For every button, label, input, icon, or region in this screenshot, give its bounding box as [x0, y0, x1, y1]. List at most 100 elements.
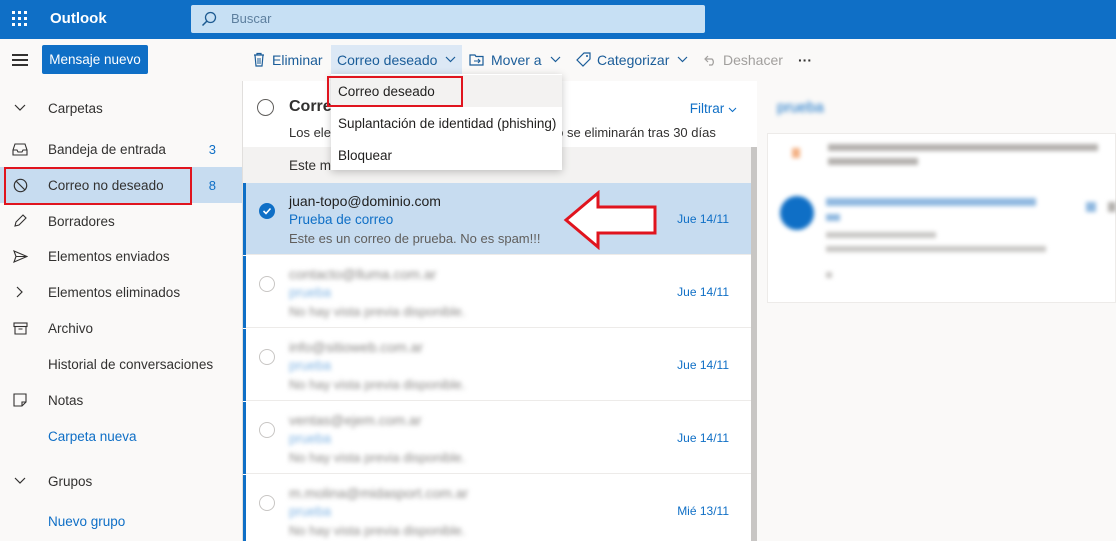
- message-sender: m.molina@midasport.com.ar: [289, 485, 469, 501]
- junk-button[interactable]: Correo deseado: [331, 45, 463, 74]
- unread-bar: [243, 402, 246, 474]
- move-to-button[interactable]: Mover a: [469, 45, 561, 74]
- new-folder-label: Carpeta nueva: [48, 428, 137, 444]
- message-sender: contacto@lluma.com.ar: [289, 266, 437, 282]
- new-folder-link[interactable]: Carpeta nueva: [0, 418, 242, 454]
- groups-header-label: Grupos: [48, 473, 93, 489]
- delete-button[interactable]: Eliminar: [252, 45, 323, 74]
- sidebar-item-conversation-history[interactable]: Historial de conversaciones: [0, 346, 242, 382]
- folders-header-label: Carpetas: [48, 100, 103, 116]
- message-date: Jue 14/11: [677, 431, 729, 445]
- menu-item-phishing[interactable]: Suplantación de identidad (phishing): [331, 107, 562, 139]
- trash-icon: [252, 52, 266, 67]
- filter-button[interactable]: Filtrar: [690, 101, 737, 116]
- redacted-text: [826, 214, 840, 221]
- search-placeholder: Buscar: [231, 11, 272, 26]
- search-icon: [201, 11, 217, 27]
- pencil-icon: [12, 213, 28, 229]
- chevron-down-icon: [728, 101, 737, 116]
- chevron-down-icon: [445, 56, 456, 63]
- message-subject: prueba: [289, 504, 332, 519]
- sidebar-item-label: Borradores: [48, 213, 115, 229]
- more-actions-button[interactable]: ···: [798, 45, 812, 74]
- message-date: Jue 14/11: [677, 285, 729, 299]
- message-checkbox[interactable]: [259, 276, 275, 292]
- date-group-label: Este m: [289, 158, 332, 173]
- chevron-down-icon: [12, 473, 28, 489]
- notice-text-left: Los ele: [289, 125, 331, 140]
- categorize-button[interactable]: Categorizar: [576, 45, 688, 74]
- highlight-box: [327, 76, 463, 107]
- message-sender: info@sitioweb.com.ar: [289, 339, 424, 355]
- reading-pane: prueba: [757, 81, 1116, 541]
- message-checkbox[interactable]: [259, 495, 275, 511]
- reading-message-card: [767, 133, 1116, 303]
- message-subject: prueba: [289, 358, 332, 373]
- app-launcher-icon[interactable]: [12, 11, 28, 27]
- reply-icon: [1086, 202, 1096, 212]
- message-date: Jue 14/11: [677, 212, 729, 226]
- message-preview: No hay vista previa disponible.: [289, 523, 466, 538]
- redacted-text: [826, 198, 1036, 206]
- list-item[interactable]: m.molina@midasport.com.ar prueba No hay …: [243, 475, 751, 541]
- tag-icon: [576, 52, 591, 67]
- archive-icon: [12, 320, 28, 336]
- message-checkbox[interactable]: [259, 422, 275, 438]
- move-to-label: Mover a: [491, 51, 542, 68]
- select-all-checkbox[interactable]: [257, 99, 274, 116]
- new-group-link[interactable]: Nuevo grupo: [0, 503, 242, 539]
- undo-label: Deshacer: [723, 51, 783, 68]
- message-preview: Este es un correo de prueba. No es spam!…: [289, 231, 541, 246]
- groups-header[interactable]: Grupos: [0, 463, 242, 499]
- undo-button[interactable]: Deshacer: [702, 45, 783, 74]
- message-sender: juan-topo@dominio.com: [289, 193, 441, 209]
- pointer-arrow-icon: [563, 190, 657, 250]
- sidebar-item-deleted[interactable]: Elementos eliminados: [0, 274, 242, 310]
- sidebar-item-label: Archivo: [48, 320, 94, 336]
- redacted-text: [826, 246, 1046, 252]
- sidebar-item-drafts[interactable]: Borradores: [0, 203, 242, 239]
- menu-item-block[interactable]: Bloquear: [331, 139, 562, 171]
- unread-bar: [243, 256, 246, 328]
- folders-header[interactable]: Carpetas: [0, 90, 242, 126]
- selection-bar: [243, 183, 246, 255]
- redacted-text: [826, 232, 936, 238]
- list-item[interactable]: ventas@ejem.com.ar prueba No hay vista p…: [243, 402, 751, 474]
- reading-subject: prueba: [777, 99, 824, 116]
- note-icon: [12, 392, 28, 408]
- message-date: Jue 14/11: [677, 358, 729, 372]
- message-sender: ventas@ejem.com.ar: [289, 412, 422, 428]
- message-checkbox[interactable]: [259, 203, 275, 219]
- junk-label: Correo deseado: [337, 51, 438, 68]
- sidebar-item-sent[interactable]: Elementos enviados: [0, 238, 242, 274]
- search-box[interactable]: Buscar: [191, 5, 705, 33]
- app-name[interactable]: Outlook: [50, 10, 107, 27]
- unread-bar: [243, 475, 246, 541]
- message-checkbox[interactable]: [259, 349, 275, 365]
- filter-label: Filtrar: [689, 101, 725, 116]
- chevron-down-icon: [550, 56, 561, 63]
- undo-icon: [702, 53, 717, 66]
- delete-label: Eliminar: [272, 51, 323, 68]
- sidebar-item-inbox[interactable]: Bandeja de entrada 3: [0, 131, 242, 167]
- unread-count: 3: [208, 141, 216, 157]
- highlight-box: [4, 167, 192, 205]
- list-item[interactable]: juan-topo@dominio.com Prueba de correo E…: [243, 183, 751, 255]
- message-preview: No hay vista previa disponible.: [289, 304, 466, 319]
- inbox-icon: [12, 141, 28, 157]
- message-date: Mié 13/11: [677, 504, 729, 518]
- redacted-text: [826, 272, 832, 278]
- sidebar-item-archive[interactable]: Archivo: [0, 310, 242, 346]
- top-bar: Outlook Buscar: [0, 0, 1116, 39]
- sidebar-item-notes[interactable]: Notas: [0, 382, 242, 418]
- sidebar-item-label: Historial de conversaciones: [48, 356, 214, 372]
- message-subject: prueba: [289, 285, 332, 300]
- warning-icon: [792, 148, 800, 158]
- list-item[interactable]: info@sitioweb.com.ar prueba No hay vista…: [243, 329, 751, 401]
- message-subject: prueba: [289, 431, 332, 446]
- move-folder-icon: [469, 53, 485, 66]
- list-item[interactable]: contacto@lluma.com.ar prueba No hay vist…: [243, 256, 751, 328]
- menu-icon[interactable]: [12, 54, 28, 66]
- new-message-button[interactable]: Mensaje nuevo: [42, 45, 148, 74]
- unread-bar: [243, 329, 246, 401]
